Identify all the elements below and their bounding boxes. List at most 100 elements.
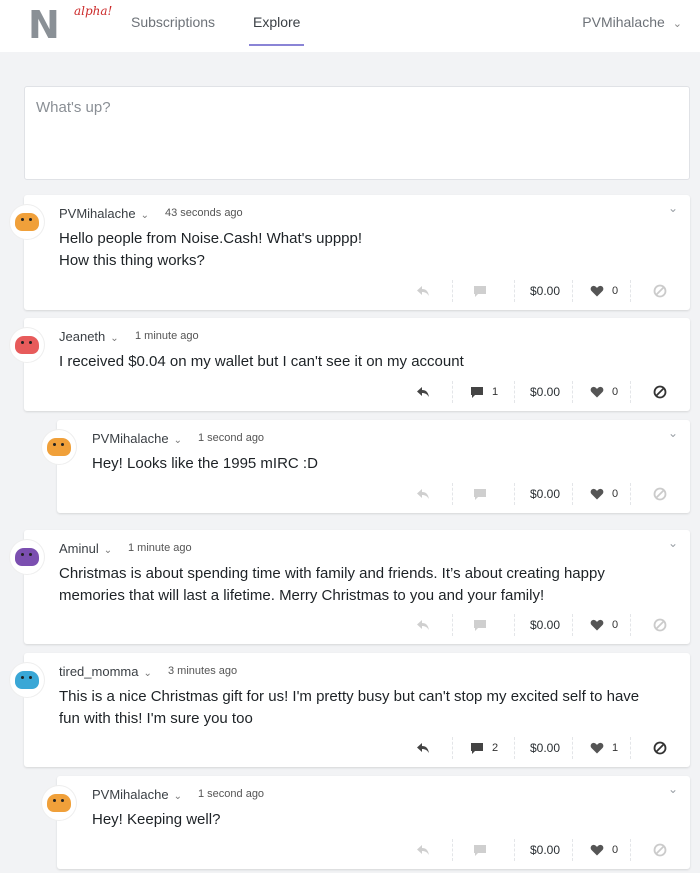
- action-separator: [514, 614, 515, 636]
- like-button[interactable]: 1: [576, 733, 632, 763]
- post-author[interactable]: tired_momma ⌄: [59, 664, 152, 679]
- comment-button[interactable]: [456, 276, 512, 306]
- tip-button[interactable]: $0.00: [518, 479, 572, 509]
- action-separator: [452, 839, 453, 861]
- like-button[interactable]: 0: [576, 377, 632, 407]
- tip-button[interactable]: $0.00: [518, 377, 572, 407]
- action-separator: [630, 280, 631, 302]
- post-body-line: How this thing works?: [59, 252, 205, 269]
- reply-icon: [416, 619, 430, 631]
- post-author[interactable]: PVMihalache ⌄: [59, 206, 149, 221]
- avatar[interactable]: [10, 663, 44, 697]
- block-button[interactable]: [634, 835, 686, 865]
- whats-up-input[interactable]: [25, 87, 689, 179]
- logo-tag: alpha!: [74, 4, 113, 18]
- avatar[interactable]: [10, 328, 44, 362]
- post-timestamp[interactable]: 1 second ago: [198, 432, 264, 444]
- block-button[interactable]: [634, 479, 686, 509]
- comment-button[interactable]: 2: [456, 733, 512, 763]
- post-body: Christmas is about spending time with fa…: [59, 563, 605, 607]
- heart-icon: [590, 386, 604, 398]
- post-body-line: Christmas is about spending time with fa…: [59, 565, 605, 582]
- tab-subscriptions[interactable]: Subscriptions: [131, 14, 215, 44]
- heart-icon: [590, 844, 604, 856]
- post-timestamp[interactable]: 43 seconds ago: [165, 207, 243, 219]
- post-card: Aminul ⌄ 1 minute ago ⌄ Christmas is about s…: [10, 530, 690, 644]
- action-separator: [630, 483, 631, 505]
- tab-explore[interactable]: Explore: [249, 14, 305, 46]
- post-timestamp[interactable]: 1 minute ago: [135, 330, 199, 342]
- block-button[interactable]: [634, 610, 686, 640]
- comment-button[interactable]: [456, 479, 512, 509]
- reply-button[interactable]: [398, 733, 448, 763]
- post-body-line: This is a nice Christmas gift for us! I'…: [59, 688, 640, 705]
- chevron-down-icon: ⌄: [140, 210, 149, 221]
- user-menu[interactable]: PVMihalache ⌄: [582, 14, 682, 30]
- post-timestamp[interactable]: 1 second ago: [198, 788, 264, 800]
- post-body: Hey! Keeping well?: [92, 809, 220, 831]
- reply-icon: [416, 844, 430, 856]
- action-separator: [572, 483, 573, 505]
- post-options-chevron-icon[interactable]: ⌄: [668, 426, 678, 440]
- like-button[interactable]: 0: [576, 835, 632, 865]
- post-options-chevron-icon[interactable]: ⌄: [668, 201, 678, 215]
- tip-button[interactable]: $0.00: [518, 835, 572, 865]
- post-card: Jeaneth ⌄ 1 minute ago I received $0.04 on …: [10, 318, 690, 411]
- avatar[interactable]: [10, 540, 44, 574]
- post-author[interactable]: PVMihalache ⌄: [92, 787, 182, 802]
- user-menu-name: PVMihalache: [582, 14, 665, 30]
- block-button[interactable]: [634, 276, 686, 306]
- post-timestamp[interactable]: 3 minutes ago: [168, 665, 237, 677]
- block-button[interactable]: [634, 733, 686, 763]
- reply-button[interactable]: [398, 276, 448, 306]
- author-name: PVMihalache: [59, 206, 136, 221]
- top-nav: N alpha! Subscriptions Explore PVMihalac…: [0, 0, 700, 52]
- tip-button[interactable]: $0.00: [518, 610, 572, 640]
- post-actions: $0.00 0: [24, 610, 690, 640]
- post-author[interactable]: Jeaneth ⌄: [59, 329, 119, 344]
- post-author[interactable]: Aminul ⌄: [59, 541, 112, 556]
- post-timestamp[interactable]: 1 minute ago: [128, 542, 192, 554]
- post-body-line: Hey! Looks like the 1995 mIRC :D: [92, 455, 318, 472]
- avatar[interactable]: [42, 430, 76, 464]
- avatar-creature-icon: [47, 794, 71, 812]
- action-separator: [514, 280, 515, 302]
- reply-icon: [416, 386, 430, 398]
- chevron-down-icon: ⌄: [143, 668, 152, 679]
- post-author[interactable]: PVMihalache ⌄: [92, 431, 182, 446]
- reply-button[interactable]: [398, 835, 448, 865]
- noise-logo[interactable]: N alpha!: [28, 4, 118, 44]
- action-separator: [572, 280, 573, 302]
- reply-button[interactable]: [398, 377, 448, 407]
- tip-button[interactable]: $0.00: [518, 733, 572, 763]
- author-name: tired_momma: [59, 664, 139, 679]
- avatar[interactable]: [42, 786, 76, 820]
- like-button[interactable]: 0: [576, 610, 632, 640]
- action-separator: [514, 483, 515, 505]
- like-button[interactable]: 0: [576, 479, 632, 509]
- avatar[interactable]: [10, 205, 44, 239]
- comment-button[interactable]: 1: [456, 377, 512, 407]
- post-body-line: Hello people from Noise.Cash! What's upp…: [59, 230, 363, 247]
- post-options-chevron-icon[interactable]: ⌄: [668, 782, 678, 796]
- avatar-creature-icon: [15, 336, 39, 354]
- block-button[interactable]: [634, 377, 686, 407]
- avatar-creature-icon: [15, 548, 39, 566]
- action-separator: [572, 839, 573, 861]
- reply-button[interactable]: [398, 479, 448, 509]
- comment-button[interactable]: [456, 610, 512, 640]
- post-body: Hello people from Noise.Cash! What's upp…: [59, 228, 362, 272]
- comment-count: 1: [491, 386, 499, 398]
- comment-button[interactable]: [456, 835, 512, 865]
- logo-letter: N: [28, 3, 60, 47]
- avatar-creature-icon: [15, 213, 39, 231]
- block-icon: [653, 618, 667, 632]
- reply-button[interactable]: [398, 610, 448, 640]
- post-options-chevron-icon[interactable]: ⌄: [668, 536, 678, 550]
- heart-icon: [590, 742, 604, 754]
- tip-button[interactable]: $0.00: [518, 276, 572, 306]
- like-button[interactable]: 0: [576, 276, 632, 306]
- comment-count: 2: [491, 742, 499, 754]
- post-body-line: I received $0.04 on my wallet but I can'…: [59, 353, 464, 370]
- action-separator: [630, 381, 631, 403]
